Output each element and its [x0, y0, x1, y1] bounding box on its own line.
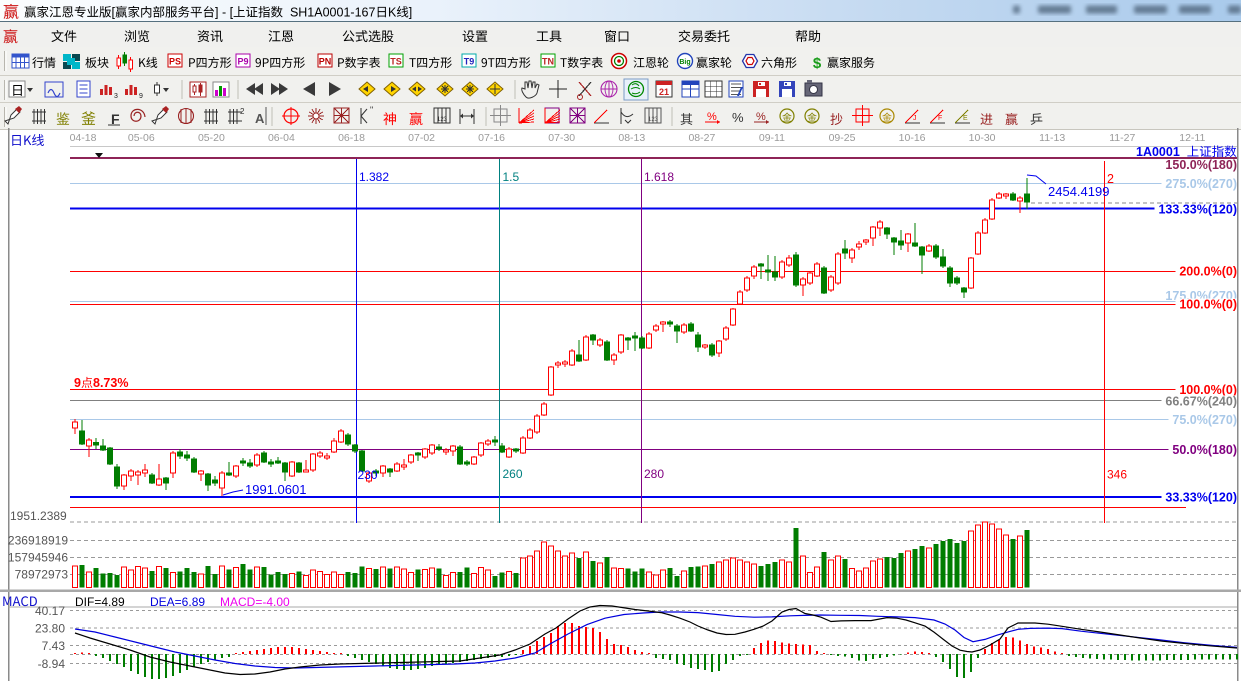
svg-text:260: 260	[503, 467, 523, 481]
svg-text:A: A	[255, 111, 265, 126]
svg-text:1A0001: 1A0001	[1136, 145, 1187, 159]
svg-text:07-16: 07-16	[478, 132, 505, 144]
svg-text:04-18: 04-18	[70, 132, 97, 144]
svg-text:40.17: 40.17	[35, 604, 65, 618]
svg-text:07-30: 07-30	[548, 132, 575, 144]
svg-text:F: F	[938, 115, 942, 122]
svg-text:7.43: 7.43	[42, 639, 66, 653]
svg-text:1.382: 1.382	[359, 170, 389, 184]
svg-text:%: %	[756, 111, 766, 123]
svg-text:PN: PN	[319, 57, 332, 67]
svg-text:TN: TN	[542, 57, 554, 67]
svg-text:07-02: 07-02	[408, 132, 435, 144]
svg-text:TS: TS	[390, 57, 402, 67]
svg-text:150.0%(180): 150.0%(180)	[1165, 158, 1237, 172]
svg-text:%: %	[732, 110, 744, 125]
svg-text:1.5: 1.5	[503, 170, 520, 184]
svg-text:": "	[370, 105, 373, 115]
svg-text:50.0%(180): 50.0%(180)	[1172, 443, 1237, 457]
svg-text:-8.94: -8.94	[38, 657, 66, 671]
svg-text:1.618: 1.618	[644, 170, 674, 184]
svg-text:21: 21	[659, 87, 669, 97]
svg-text:J: J	[913, 115, 917, 122]
svg-text:236918919: 236918919	[8, 534, 68, 548]
svg-text:123: 123	[648, 117, 659, 123]
svg-text:1951.2389: 1951.2389	[10, 509, 67, 523]
svg-text:9: 9	[74, 376, 81, 390]
svg-text:E: E	[963, 115, 968, 122]
svg-text:133.33%(120): 133.33%(120)	[1158, 203, 1237, 217]
svg-text:08-13: 08-13	[618, 132, 645, 144]
svg-text:12-11: 12-11	[1179, 132, 1205, 144]
svg-text:10-16: 10-16	[899, 132, 926, 144]
svg-text:8.73%: 8.73%	[93, 376, 128, 390]
svg-text:11-13: 11-13	[1039, 132, 1065, 144]
svg-text:66.67%(240): 66.67%(240)	[1165, 395, 1237, 409]
svg-text:100.0%(0): 100.0%(0)	[1179, 298, 1237, 312]
svg-text:Big: Big	[679, 59, 690, 66]
svg-text:PS: PS	[169, 57, 181, 67]
svg-text:23.80: 23.80	[35, 622, 65, 636]
svg-text:] - [: ] - [	[215, 6, 234, 20]
svg-text:$: $	[813, 55, 822, 72]
svg-text:K: K	[388, 6, 397, 20]
svg-text:9: 9	[139, 93, 143, 100]
svg-text:230: 230	[358, 468, 378, 482]
svg-text:%: %	[707, 111, 717, 123]
svg-text:05-20: 05-20	[198, 132, 225, 144]
svg-text:]: ]	[409, 6, 412, 20]
svg-text:33.33%(120): 33.33%(120)	[1165, 491, 1237, 505]
svg-text:11-27: 11-27	[1109, 132, 1135, 144]
svg-text:10-30: 10-30	[969, 132, 996, 144]
svg-text:08-27: 08-27	[688, 132, 715, 144]
svg-text:78972973: 78972973	[15, 568, 69, 582]
svg-text:3: 3	[114, 93, 118, 100]
svg-text:200.0%(0): 200.0%(0)	[1179, 265, 1237, 279]
svg-text:06-18: 06-18	[338, 132, 365, 144]
svg-text:280: 280	[644, 467, 664, 481]
svg-text:P9: P9	[237, 57, 248, 67]
svg-text:[: [	[112, 6, 116, 20]
svg-text:09-11: 09-11	[759, 132, 785, 144]
svg-text:346: 346	[1107, 468, 1127, 482]
svg-text:SH1A0001-167: SH1A0001-167	[283, 6, 375, 20]
svg-text:T9: T9	[464, 57, 475, 67]
svg-text:275.0%(270): 275.0%(270)	[1165, 177, 1237, 191]
svg-text:157945946: 157945946	[8, 551, 68, 565]
svg-text:75.0%(270): 75.0%(270)	[1172, 413, 1237, 427]
svg-text:2454.4199: 2454.4199	[1048, 184, 1109, 199]
svg-text:06-04: 06-04	[268, 132, 295, 144]
svg-text:2: 2	[240, 107, 245, 116]
svg-text:05-06: 05-06	[128, 132, 155, 144]
svg-text:09-25: 09-25	[829, 132, 856, 144]
svg-text:123: 123	[437, 117, 448, 123]
svg-text:1991.0601: 1991.0601	[245, 482, 306, 497]
